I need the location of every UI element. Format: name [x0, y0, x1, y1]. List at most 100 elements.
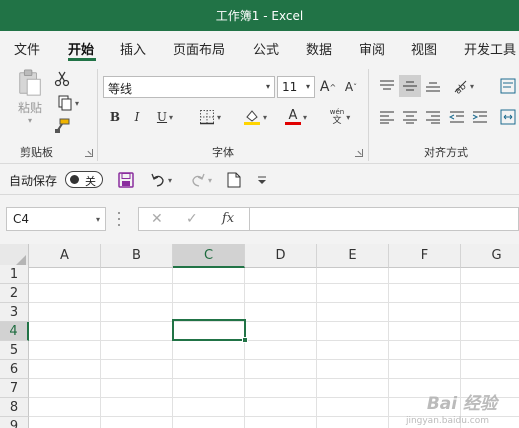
- gridline: [29, 340, 519, 341]
- name-box[interactable]: C4 ▾: [6, 207, 106, 231]
- phonetic-guide-button[interactable]: wén 文 ▾: [322, 105, 358, 129]
- group-separator: [97, 69, 98, 161]
- chevron-down-icon: ▾: [305, 82, 310, 91]
- align-top-button[interactable]: [377, 76, 397, 96]
- tab-data[interactable]: 数据: [306, 39, 332, 58]
- chevron-down-icon: ▾: [169, 112, 174, 122]
- new-file-button[interactable]: [224, 170, 244, 190]
- grow-font-button[interactable]: A ^: [318, 76, 338, 98]
- decrease-indent-button[interactable]: [447, 107, 467, 127]
- tab-insert[interactable]: 插入: [120, 39, 146, 58]
- clipboard-launcher-icon[interactable]: [85, 149, 93, 157]
- save-button[interactable]: [116, 170, 136, 190]
- fill-color-icon: [243, 110, 260, 125]
- column-header-f[interactable]: F: [389, 244, 461, 268]
- merge-cells-icon: [500, 109, 516, 125]
- align-center-button[interactable]: [400, 107, 420, 127]
- bold-button[interactable]: B: [106, 107, 124, 127]
- orientation-button[interactable]: ab ▾: [447, 75, 479, 97]
- align-middle-button[interactable]: [399, 75, 421, 97]
- font-color-swatch: [284, 122, 301, 125]
- active-cell-c4[interactable]: [172, 319, 246, 341]
- check-icon[interactable]: ✓: [186, 211, 198, 227]
- chevron-down-icon: ▾: [95, 215, 100, 224]
- autosave-toggle[interactable]: 关: [65, 171, 103, 188]
- row-header-6[interactable]: 6: [0, 360, 29, 379]
- column-header-d[interactable]: D: [245, 244, 317, 268]
- ribbon: 粘贴 ▾ ▾ 剪贴板 等线 ▾ 11 ▾ A ^ A ˇ B I U ▾ ▾ ▾…: [0, 63, 519, 164]
- align-bottom-icon: [426, 82, 440, 92]
- undo-icon: [151, 173, 164, 187]
- decrease-indent-icon: [449, 111, 464, 123]
- borders-icon: [199, 110, 214, 125]
- tab-home[interactable]: 开始: [68, 39, 94, 58]
- align-right-button[interactable]: [423, 107, 443, 127]
- tab-developer[interactable]: 开发工具: [464, 39, 516, 58]
- fill-color-button[interactable]: ▾: [238, 107, 272, 127]
- window-title: 工作簿1 - Excel: [215, 9, 304, 23]
- column-header-g[interactable]: G: [461, 244, 519, 268]
- new-file-icon: [227, 172, 241, 188]
- formula-input[interactable]: [250, 207, 519, 231]
- align-left-button[interactable]: [377, 107, 397, 127]
- autosave-label: 自动保存: [9, 174, 58, 188]
- quick-access-toolbar: 自动保存 关 ▾ ▾: [0, 165, 519, 195]
- gridline: [244, 268, 245, 428]
- tab-view[interactable]: 视图: [411, 39, 437, 58]
- chevron-down-icon: ▾: [265, 82, 270, 91]
- customize-qat-button[interactable]: [254, 170, 270, 190]
- cut-button[interactable]: [52, 69, 72, 89]
- font-size-combo[interactable]: 11 ▾: [277, 76, 315, 98]
- copy-dropdown-icon: ▾: [74, 98, 79, 108]
- merge-center-button[interactable]: [497, 107, 519, 127]
- insert-function-icon[interactable]: fx: [222, 211, 234, 226]
- row-header-9[interactable]: 9: [0, 417, 29, 428]
- increase-indent-button[interactable]: [470, 107, 490, 127]
- shrink-font-button[interactable]: Aˇ: [341, 76, 361, 98]
- redo-button[interactable]: ▾: [185, 170, 217, 190]
- row-header-4[interactable]: 4: [0, 322, 29, 341]
- row-header-5[interactable]: 5: [0, 341, 29, 360]
- row-header-2[interactable]: 2: [0, 284, 29, 303]
- wrap-text-button[interactable]: [497, 75, 519, 97]
- tab-review[interactable]: 审阅: [359, 39, 385, 58]
- font-launcher-icon[interactable]: [355, 149, 363, 157]
- undo-button[interactable]: ▾: [145, 170, 177, 190]
- copy-button[interactable]: ▾: [52, 93, 84, 113]
- column-header-b[interactable]: B: [101, 244, 173, 268]
- underline-button[interactable]: U ▾: [150, 107, 180, 127]
- gridline: [29, 283, 519, 284]
- paste-label: 粘贴: [17, 101, 42, 115]
- grow-arrow-icon: ^: [329, 82, 337, 92]
- cancel-icon[interactable]: ✕: [151, 211, 163, 227]
- format-painter-button[interactable]: [52, 116, 72, 136]
- increase-indent-icon: [472, 111, 487, 123]
- row-header-8[interactable]: 8: [0, 398, 29, 417]
- chevron-down-icon: ▾: [302, 112, 307, 122]
- tab-page-layout[interactable]: 页面布局: [173, 39, 225, 58]
- column-header-c[interactable]: C: [173, 244, 245, 268]
- paste-dropdown-icon: ▾: [27, 116, 32, 125]
- tab-file[interactable]: 文件: [14, 39, 40, 58]
- drag-handle-icon[interactable]: [118, 212, 122, 226]
- font-name-combo[interactable]: 等线 ▾: [103, 76, 275, 98]
- italic-button[interactable]: I: [128, 107, 146, 127]
- font-color-button[interactable]: A ▾: [279, 107, 313, 127]
- borders-button[interactable]: ▾: [193, 107, 227, 127]
- column-header-e[interactable]: E: [317, 244, 389, 268]
- align-left-icon: [380, 111, 394, 124]
- row-header-3[interactable]: 3: [0, 303, 29, 322]
- row-header-7[interactable]: 7: [0, 379, 29, 398]
- grow-font-icon: A: [319, 79, 330, 95]
- fill-handle[interactable]: [242, 337, 248, 343]
- paste-button[interactable]: 粘贴 ▾: [12, 69, 48, 125]
- align-bottom-button[interactable]: [423, 76, 443, 96]
- redo-icon: [192, 173, 205, 187]
- watermark-logo: Bai 经验: [426, 394, 497, 414]
- row-header-1[interactable]: 1: [0, 265, 29, 284]
- chevron-down-icon: ▾: [469, 81, 474, 91]
- title-bar: 工作簿1 - Excel: [0, 0, 519, 31]
- tab-formulas[interactable]: 公式: [253, 39, 279, 58]
- column-header-a[interactable]: A: [29, 244, 101, 268]
- chevron-down-icon: ▾: [216, 112, 221, 122]
